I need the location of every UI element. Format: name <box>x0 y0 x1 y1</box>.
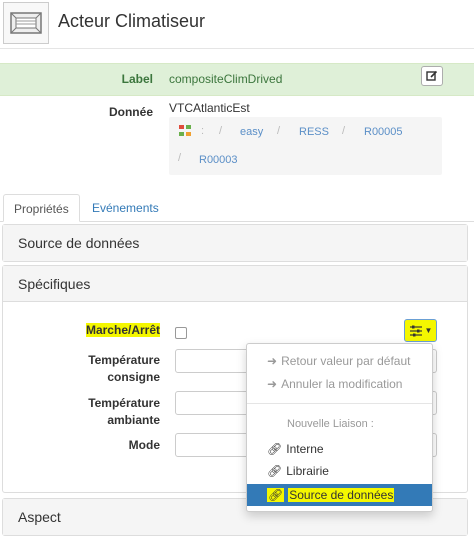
sliders-icon <box>409 325 422 336</box>
arrow-right-icon: ➜ <box>267 354 278 368</box>
tab-proprietes[interactable]: Propriétés <box>3 194 80 222</box>
breadcrumb-sep: / <box>178 152 182 164</box>
page-title: Acteur Climatiseur <box>58 11 206 31</box>
menu-divider <box>247 403 432 404</box>
donnee-key: Donnée <box>108 105 153 119</box>
link-options-dropdown: ➜ Retour valeur par défaut ➜ Annuler la … <box>246 343 433 512</box>
link-icon: 🔗︎ <box>267 464 283 478</box>
breadcrumb-item[interactable]: easy <box>240 126 263 138</box>
field-label-marche: Marche/Arrêt <box>85 323 160 337</box>
breadcrumb-sep: : <box>201 125 205 137</box>
caret-down-icon: ▼ <box>424 326 433 335</box>
panel-specifiques-title[interactable]: Spécifiques <box>3 266 467 302</box>
header-divider <box>0 48 474 49</box>
marche-checkbox[interactable] <box>175 327 187 339</box>
label-value: compositeClimDrived <box>169 72 283 86</box>
menu-annuler[interactable]: ➜ Annuler la modification <box>247 373 432 395</box>
panel-source-title[interactable]: Source de données <box>3 225 467 261</box>
field-label-mode: Mode <box>128 438 160 452</box>
air-conditioner-icon <box>3 2 49 44</box>
breadcrumb-sep: / <box>277 125 281 137</box>
breadcrumb-item[interactable]: R00005 <box>364 126 403 138</box>
edit-icon <box>426 70 438 81</box>
panel-source[interactable]: Source de données <box>2 224 468 262</box>
menu-librairie[interactable]: 🔗︎ Librairie <box>247 460 432 482</box>
menu-source-donnees[interactable]: 🔗︎ Source de données <box>247 484 432 506</box>
menu-retour-defaut[interactable]: ➜ Retour valeur par défaut <box>247 350 432 372</box>
tabs: Propriétés Evénements <box>0 194 474 222</box>
data-breadcrumb: : / easy / RESS / R00005 / R00003 <box>169 117 442 175</box>
breadcrumb-item[interactable]: RESS <box>299 126 329 138</box>
breadcrumb-sep: / <box>342 125 346 137</box>
donnee-value: VTCAtlanticEst <box>169 101 250 115</box>
link-options-button[interactable]: ▼ <box>404 319 437 342</box>
breadcrumb-sep: / <box>219 125 223 137</box>
field-label-temp-consigne: Température consigne <box>88 353 160 384</box>
arrow-right-icon: ➜ <box>267 377 278 391</box>
label-key: Label <box>121 72 153 86</box>
link-icon: 🔗︎ <box>267 442 283 456</box>
tab-evenements[interactable]: Evénements <box>82 194 169 222</box>
data-tree-icon <box>178 124 192 141</box>
edit-label-button[interactable] <box>421 66 443 86</box>
field-label-temp-ambiante: Température ambiante <box>88 396 160 427</box>
menu-interne[interactable]: 🔗︎ Interne <box>247 438 432 460</box>
menu-header: Nouvelle Liaison : <box>287 418 374 430</box>
link-icon: 🔗︎ <box>267 488 285 502</box>
breadcrumb-item[interactable]: R00003 <box>199 154 238 166</box>
